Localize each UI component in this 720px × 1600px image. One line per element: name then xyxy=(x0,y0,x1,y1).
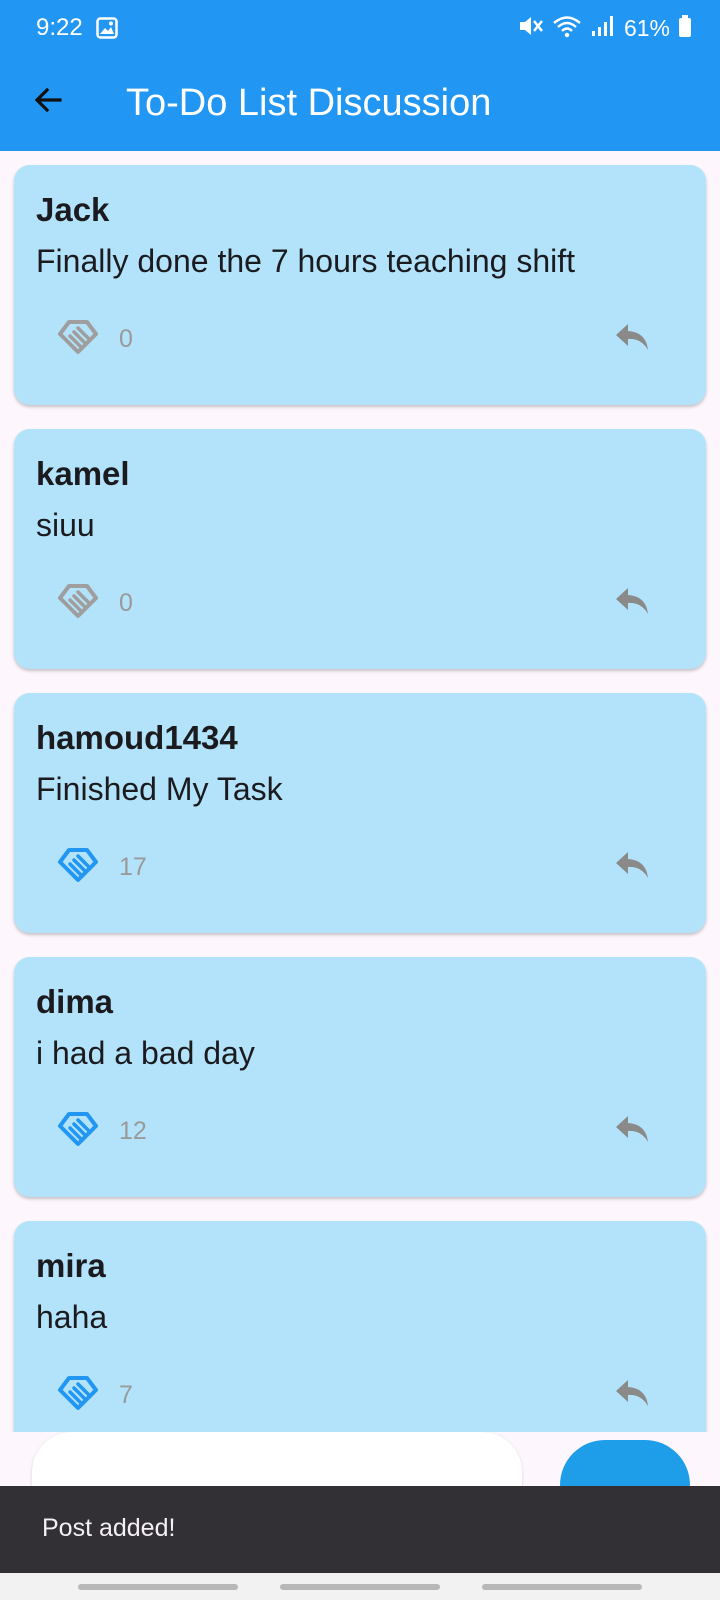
app-bar: 9:22 61% To-Do List Discussion xyxy=(0,0,720,151)
handshake-icon xyxy=(57,1374,99,1417)
post-card: hamoud1434 Finished My Task 17 xyxy=(14,693,706,933)
post-feed[interactable]: Jack Finally done the 7 hours teaching s… xyxy=(0,151,720,1432)
post-author: mira xyxy=(36,1247,106,1284)
post-button[interactable] xyxy=(560,1440,690,1492)
post-text: siuu xyxy=(36,507,95,543)
like-count: 0 xyxy=(119,325,133,353)
mute-icon xyxy=(518,14,544,43)
reply-button[interactable] xyxy=(606,843,658,891)
handshake-icon xyxy=(57,1110,99,1153)
like-count: 17 xyxy=(119,853,147,881)
battery-percentage: 61% xyxy=(623,14,670,41)
wifi-icon xyxy=(552,14,582,43)
like-button[interactable] xyxy=(50,579,106,627)
handshake-icon xyxy=(57,318,99,361)
reply-button[interactable] xyxy=(606,579,658,627)
back-button[interactable] xyxy=(24,78,72,126)
like-count: 7 xyxy=(119,1381,133,1409)
page-title: To-Do List Discussion xyxy=(126,82,492,124)
handshake-icon xyxy=(57,846,99,889)
signal-icon xyxy=(590,14,616,43)
system-nav-bar xyxy=(0,1573,720,1600)
post-card: mira haha 7 xyxy=(14,1221,706,1432)
post-text: Finally done the 7 hours teaching shift xyxy=(36,243,575,279)
like-button[interactable] xyxy=(50,843,106,891)
like-count: 0 xyxy=(119,589,133,617)
status-time: 9:22 xyxy=(36,14,83,41)
nav-home-handle[interactable] xyxy=(280,1584,440,1590)
post-card: dima i had a bad day 12 xyxy=(14,957,706,1197)
nav-recents-handle[interactable] xyxy=(78,1584,238,1590)
post-author: Jack xyxy=(36,191,110,228)
post-author: dima xyxy=(36,983,114,1020)
status-icons: 61% xyxy=(518,12,692,44)
arrow-back-icon xyxy=(32,84,64,121)
post-card: Jack Finally done the 7 hours teaching s… xyxy=(14,165,706,405)
like-button[interactable] xyxy=(50,1107,106,1155)
composer xyxy=(0,1432,720,1492)
battery-icon xyxy=(678,14,692,43)
reply-icon xyxy=(614,850,650,885)
reply-button[interactable] xyxy=(606,1107,658,1155)
post-card: kamel siuu 0 xyxy=(14,429,706,669)
reply-button[interactable] xyxy=(606,315,658,363)
snackbar: Post added! xyxy=(0,1486,720,1573)
message-input[interactable] xyxy=(32,1432,522,1492)
handshake-icon xyxy=(57,582,99,625)
reply-button[interactable] xyxy=(606,1371,658,1419)
like-button[interactable] xyxy=(50,315,106,363)
image-icon xyxy=(96,17,118,39)
post-text: Finished My Task xyxy=(36,771,283,807)
snackbar-message: Post added! xyxy=(42,1514,176,1542)
post-author: kamel xyxy=(36,455,130,492)
nav-back-handle[interactable] xyxy=(482,1584,642,1590)
post-author: hamoud1434 xyxy=(36,719,238,756)
reply-icon xyxy=(614,1114,650,1149)
like-count: 12 xyxy=(119,1117,147,1145)
reply-icon xyxy=(614,322,650,357)
like-button[interactable] xyxy=(50,1371,106,1419)
post-text: i had a bad day xyxy=(36,1035,255,1071)
reply-icon xyxy=(614,1378,650,1413)
reply-icon xyxy=(614,586,650,621)
post-text: haha xyxy=(36,1299,108,1335)
